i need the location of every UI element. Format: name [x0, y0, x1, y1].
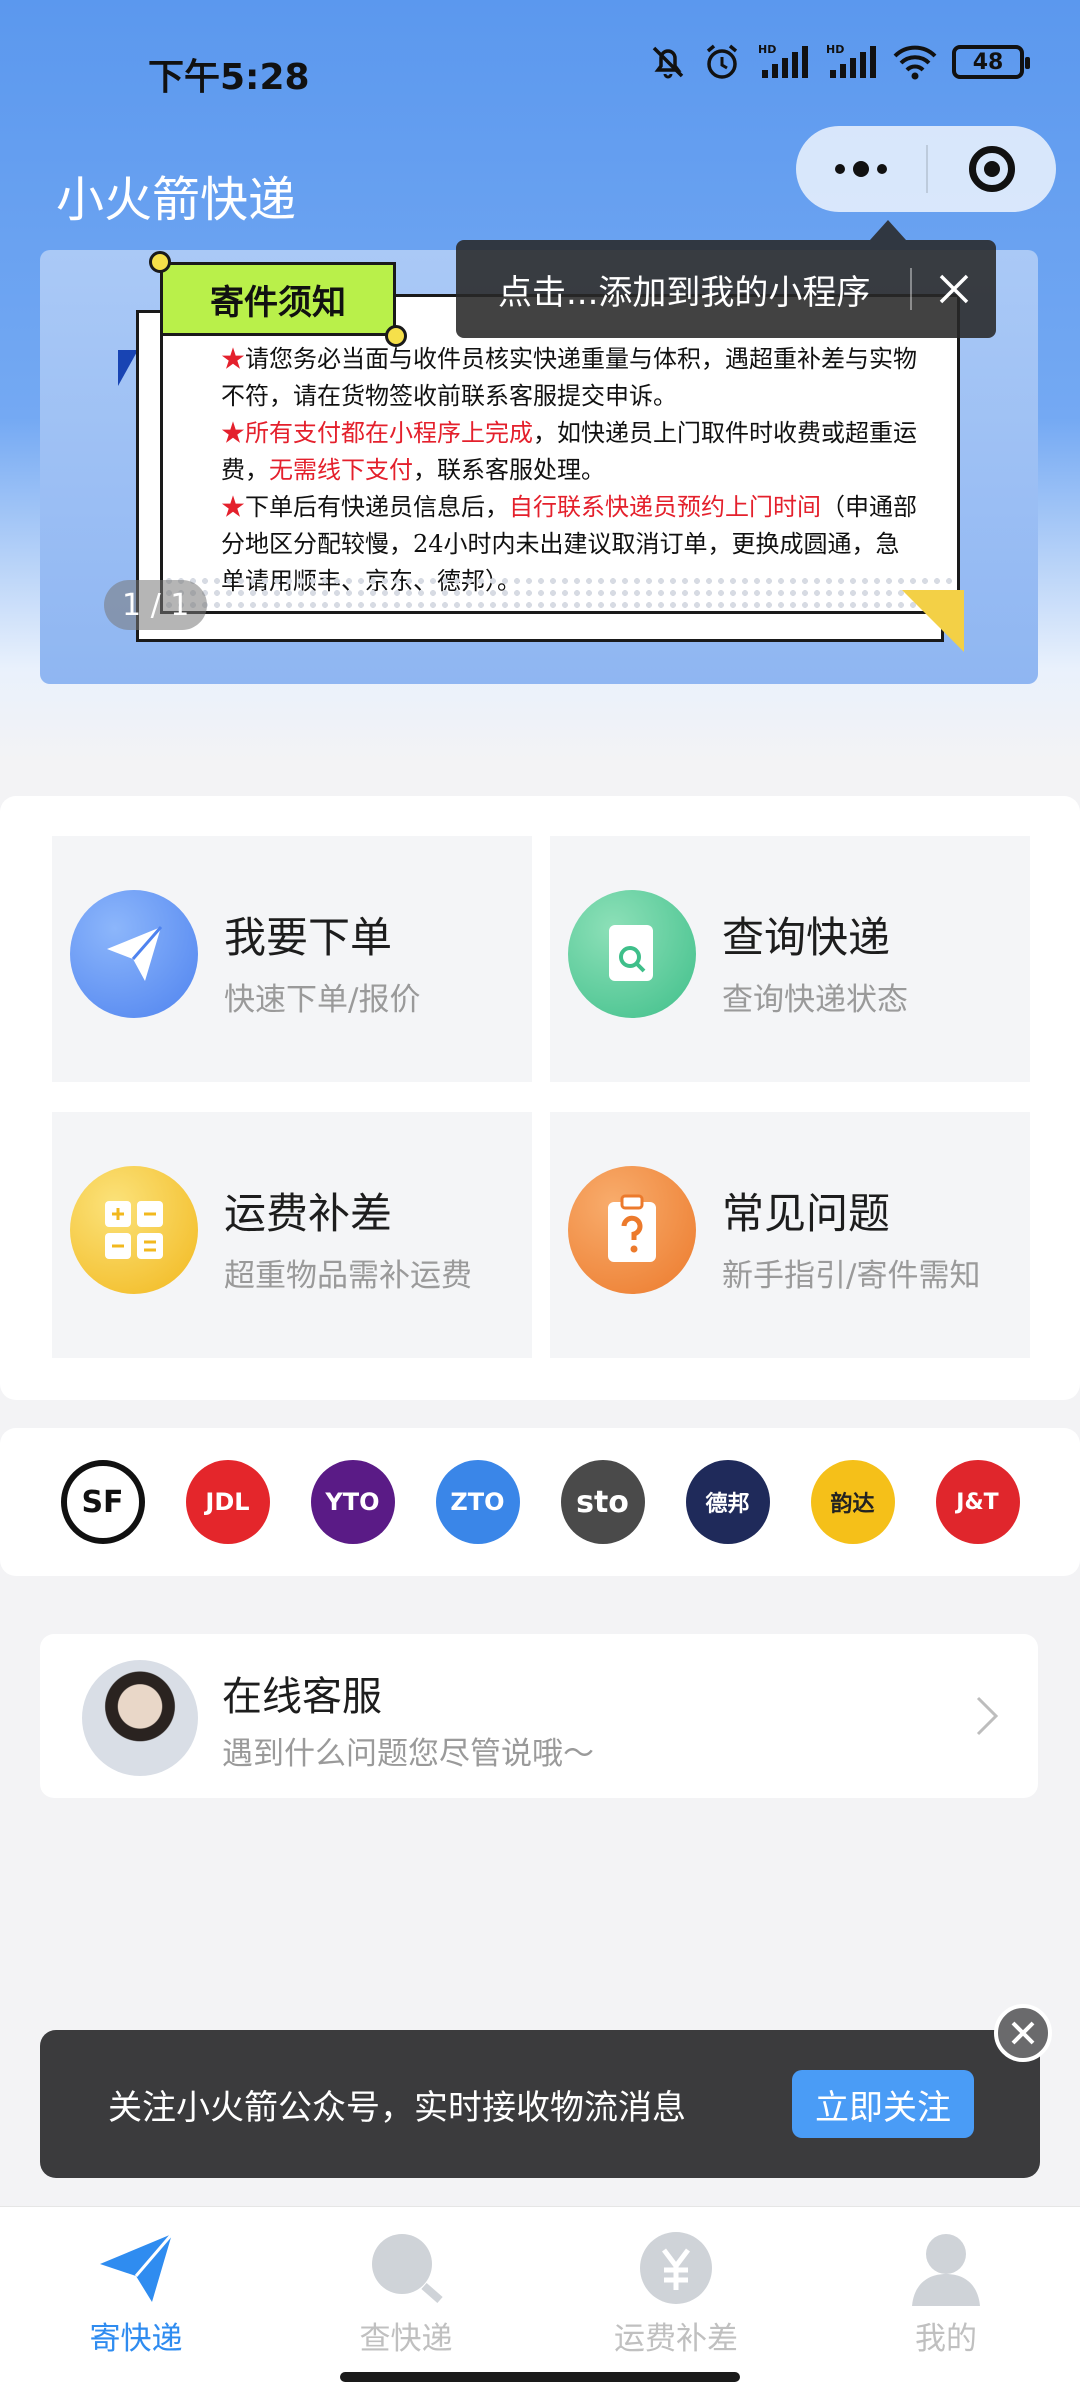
banner-pager: 1 / 1: [104, 580, 208, 630]
service-avatar: [82, 1660, 198, 1776]
tile-freight-supplement[interactable]: 运费补差 超重物品需补运费: [52, 1112, 532, 1358]
notice-line-2: ★所有支付都在小程序上完成，如快递员上门取件时收费或超重运费，无需线下支付，联系…: [221, 419, 917, 484]
deppon-logo[interactable]: 德邦: [685, 1460, 770, 1544]
pin-icon: [149, 251, 171, 273]
chevron-right-icon: [976, 1696, 999, 1736]
tooltip-text: 点击...添加到我的小程序: [498, 272, 871, 313]
banner-decoration: [118, 350, 138, 386]
mute-bell-icon: [652, 46, 684, 79]
notice-tag-label: 寄件须知: [210, 282, 346, 323]
tile-title: 运费补差: [224, 1189, 393, 1238]
tab-label: 寄快递: [89, 2321, 183, 2357]
tile-title: 我要下单: [224, 913, 393, 962]
svg-text:HD: HD: [826, 43, 844, 56]
follow-text: 关注小火箭公众号，实时接收物流消息: [108, 2088, 686, 2128]
follow-now-button[interactable]: 立即关注: [792, 2070, 974, 2138]
home-indicator[interactable]: [340, 2372, 740, 2382]
tab-label: 查快递: [359, 2321, 453, 2357]
tile-track-package[interactable]: 查询快递 查询快递状态: [550, 836, 1030, 1082]
tile-subtitle: 查询快递状态: [722, 982, 908, 1018]
tab-label: 运费补差: [614, 2321, 738, 2357]
app-title: 小火箭快递: [56, 172, 297, 228]
more-dot-icon: [877, 164, 887, 174]
notice-card: ★请您务必当面与收件员核实快递重量与体积，遇超重补差与实物不符，请在货物签收前联…: [160, 294, 960, 614]
search-icon: [361, 2225, 451, 2311]
yto-logo[interactable]: YTO: [310, 1460, 395, 1544]
online-service-card[interactable]: 在线客服 遇到什么问题您尽管说哦～: [40, 1634, 1038, 1798]
carrier-logos: SF JDL YTO ZTO sto 德邦 韵达 J&T: [0, 1428, 1080, 1576]
yen-icon: [631, 2225, 721, 2311]
tile-place-order[interactable]: 我要下单 快速下单/报价: [52, 836, 532, 1082]
tab-freight[interactable]: 运费补差: [576, 2225, 776, 2358]
more-menu-button[interactable]: [796, 126, 926, 212]
signal-hd-2-icon: HD: [826, 43, 876, 78]
question-clipboard-icon: [568, 1166, 696, 1294]
target-circle-icon: [969, 146, 1015, 192]
tile-subtitle: 新手指引/寄件需知: [722, 1258, 981, 1294]
function-grid: 我要下单 快速下单/报价 查询快递 查询快递状态 运费补差 超重物品需补运费 常…: [0, 796, 1080, 1400]
tab-track[interactable]: 查快递: [306, 2225, 506, 2358]
zto-logo[interactable]: ZTO: [435, 1460, 520, 1544]
paper-plane-icon: [70, 890, 198, 1018]
service-subtitle: 遇到什么问题您尽管说哦～: [222, 1736, 594, 1772]
notice-tag: 寄件须知: [149, 251, 407, 347]
tile-faq[interactable]: 常见问题 新手指引/寄件需知: [550, 1112, 1030, 1358]
jdl-logo[interactable]: JDL: [185, 1460, 270, 1544]
tab-label: 我的: [915, 2321, 977, 2357]
close-icon: [1011, 2021, 1035, 2045]
send-icon: [91, 2225, 181, 2311]
pin-icon: [385, 325, 407, 347]
close-icon: [939, 274, 969, 304]
status-time: 下午5:28: [148, 57, 310, 98]
alarm-icon: [706, 44, 738, 79]
yunda-logo[interactable]: 韵达: [810, 1460, 895, 1544]
dot-pattern: [163, 575, 957, 611]
tab-mine[interactable]: 我的: [846, 2225, 1046, 2358]
calculator-icon: [70, 1166, 198, 1294]
bottom-tab-bar: 寄快递 查快递 运费补差 我的: [0, 2206, 1080, 2400]
follow-account-bar: 关注小火箭公众号，实时接收物流消息 立即关注: [40, 2030, 1040, 2178]
add-miniprogram-tooltip[interactable]: 点击...添加到我的小程序: [456, 220, 996, 338]
tile-title: 常见问题: [722, 1189, 891, 1238]
close-miniprogram-button[interactable]: [928, 126, 1056, 212]
sto-logo[interactable]: sto: [560, 1460, 645, 1544]
tile-subtitle: 超重物品需补运费: [224, 1258, 472, 1294]
sf-logo[interactable]: SF: [60, 1460, 145, 1544]
status-icons: HD HD 48: [648, 42, 1030, 82]
tab-send[interactable]: 寄快递: [36, 2225, 236, 2358]
search-doc-icon: [568, 890, 696, 1018]
svg-text:HD: HD: [758, 43, 776, 56]
battery-indicator: 48: [952, 45, 1030, 79]
signal-hd-icon: HD: [758, 43, 808, 78]
jt-logo[interactable]: J&T: [935, 1460, 1020, 1544]
more-dot-icon: [853, 161, 869, 177]
notice-line-1: ★请您务必当面与收件员核实快递重量与体积，遇超重补差与实物不符，请在货物签收前联…: [221, 345, 917, 410]
more-dot-icon: [835, 164, 845, 174]
paper-fold-corner: [902, 590, 964, 652]
miniprogram-capsule: [796, 126, 1056, 212]
follow-close-button[interactable]: [994, 2004, 1052, 2062]
service-title: 在线客服: [222, 1674, 382, 1720]
tile-subtitle: 快速下单/报价: [224, 982, 421, 1018]
user-icon: [901, 2225, 991, 2311]
tooltip-close-button[interactable]: [912, 240, 996, 338]
tile-title: 查询快递: [722, 913, 891, 962]
status-bar: 下午5:28 HD HD 48: [0, 30, 1080, 110]
wifi-icon: [893, 45, 937, 80]
